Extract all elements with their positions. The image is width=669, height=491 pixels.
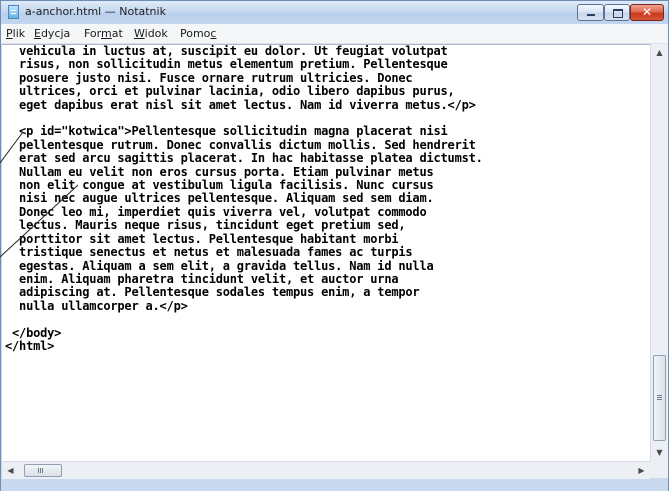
editor-line: <p id="kotwica">Pellentesque sollicitudi… [5,124,448,139]
scroll-up-icon[interactable]: ▲ [651,44,668,61]
editor-line: ultrices, orci et pulvinar lacinia, odio… [5,84,455,99]
editor-line: Nullam eu velit non eros cursus porta. E… [5,164,434,179]
menu-edit[interactable]: Edycja [34,27,70,40]
vertical-scroll-thumb[interactable] [653,355,666,441]
grip-icon [38,468,39,473]
maximize-button[interactable] [604,4,630,21]
scroll-down-icon[interactable]: ▼ [651,444,668,461]
editor-line: adipiscing at. Pellentesque sodales temp… [5,285,420,300]
editor-line: Donec leo mi, imperdiet quis viverra vel… [5,204,427,219]
menu-help[interactable]: Pomoc [180,27,216,40]
horizontal-scroll-thumb[interactable] [24,464,62,477]
editor-content[interactable]: vehicula in luctus at, suscipit eu dolor… [5,45,483,353]
menu-file[interactable]: Plik [6,27,25,40]
editor-line: porttitor sit amet lectus. Pellentesque … [5,231,399,246]
scroll-left-icon[interactable]: ◀ [2,462,19,479]
grip-icon [657,395,662,396]
close-button[interactable]: ✕ [630,4,664,21]
scroll-right-icon[interactable]: ▶ [633,462,650,479]
editor-line: posuere justo nisi. Fusce ornare rutrum … [5,70,413,85]
editor-line: non elit congue at vestibulum ligula fac… [5,178,434,193]
notepad-window: a-anchor.html — Notatnik ✕ Plik Edycja F… [0,0,669,491]
horizontal-scrollbar[interactable]: ◀ ▶ [2,461,650,479]
editor-line: </body> [5,325,62,340]
maximize-icon [613,9,623,18]
vertical-scrollbar[interactable]: ▲ ▼ [650,44,668,461]
title-bar[interactable]: a-anchor.html — Notatnik ✕ [1,1,668,24]
editor-line: nisi nec augue ultrices pellentesque. Al… [5,191,434,206]
editor-line: risus, non sollicitudin metus elementum … [5,57,448,72]
menu-view[interactable]: Widok [134,27,168,40]
editor-line: eget dapibus erat nisl sit amet lectus. … [5,97,476,112]
editor-line: pellentesque rutrum. Donec convallis dic… [5,137,476,152]
minimize-icon [587,14,595,16]
close-icon: ✕ [641,5,653,19]
editor-line: enim. Aliquam pharetra tincidunt velit, … [5,271,399,286]
editor-line: vehicula in luctus at, suscipit eu dolor… [5,44,448,58]
window-bottom-border [1,479,668,491]
minimize-button[interactable] [577,4,604,21]
editor-line: nulla ullamcorper a.</p> [5,298,188,313]
window-title: a-anchor.html — Notatnik [25,5,166,18]
editor-line: tristique senectus et netus et malesuada… [5,245,413,260]
editor-line: egestas. Aliquam a sem elit, a gravida t… [5,258,434,273]
size-grip[interactable] [650,461,668,478]
editor-line: </html> [5,338,55,353]
editor-line: erat sed arcu sagittis placerat. In hac … [5,151,483,166]
menu-bar: Plik Edycja Format Widok Pomoc [1,24,668,44]
menu-format[interactable]: Format [84,27,123,40]
editor-line: lectus. Mauris neque risus, tincidunt eg… [5,218,406,233]
text-editor[interactable]: vehicula in luctus at, suscipit eu dolor… [2,44,650,462]
notepad-icon[interactable] [8,5,19,19]
